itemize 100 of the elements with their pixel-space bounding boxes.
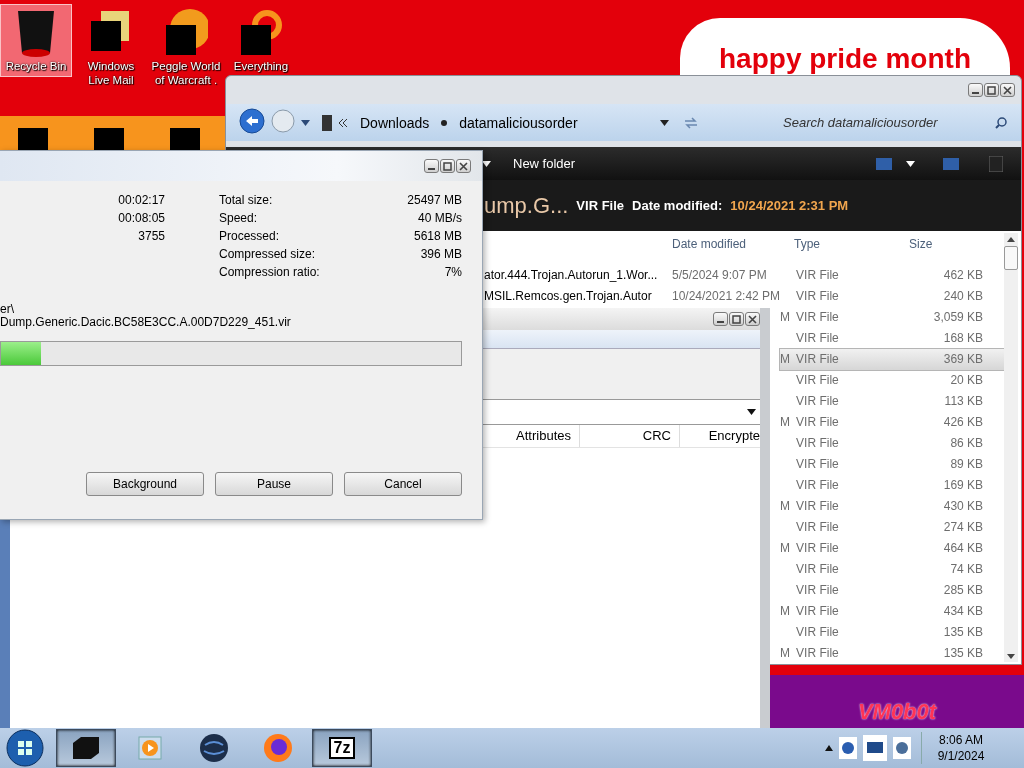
column-header[interactable]: Size	[906, 237, 986, 251]
date-cell: M	[780, 646, 791, 661]
file-row[interactable]: VIR File 168 KB	[780, 328, 1005, 349]
size-cell: 135 KB	[943, 646, 984, 661]
stat-value: 396 MB	[420, 247, 462, 261]
new-folder-button[interactable]: New folder	[513, 156, 576, 172]
file-row[interactable]: M VIR File 426 KB	[780, 412, 1005, 433]
size-cell: 369 KB	[943, 352, 984, 367]
size-cell: 135 KB	[943, 625, 984, 640]
separator-icon[interactable]	[441, 119, 448, 126]
type-cell-text: VIR File	[796, 541, 840, 556]
taskbar-button[interactable]: 7z	[312, 729, 372, 767]
breadcrumb-item[interactable]: Downloads	[354, 114, 436, 131]
date-cell: M	[780, 415, 791, 430]
type-cell-text: VIR File	[796, 583, 840, 598]
caret-icon[interactable]	[301, 119, 310, 126]
file-row[interactable]: M VIR File 135 KB	[780, 643, 1005, 664]
column-header[interactable]: Date modified	[669, 237, 791, 251]
wallpaper-text: VM0b0t	[857, 699, 937, 725]
column-header[interactable]: Encrypte	[680, 425, 760, 447]
type-cell-text: VIR File	[796, 499, 840, 514]
file-row[interactable]: VIR File 240 KB	[780, 286, 1005, 307]
start-button[interactable]	[6, 729, 44, 767]
file-row[interactable]: VIR File 86 KB	[780, 433, 1005, 454]
caret-icon[interactable]	[482, 160, 491, 167]
stat-value: 25497 MB	[407, 193, 462, 207]
size-cell: 240 KB	[943, 289, 984, 304]
search-field[interactable]: Search datamaliciousorder	[775, 109, 1015, 136]
file-row[interactable]: VIR File 274 KB	[780, 517, 1005, 538]
column-header[interactable]: Type	[791, 237, 906, 251]
stat-value: 7%	[444, 265, 462, 279]
type-cell-text: VIR File	[796, 646, 840, 661]
box-icon	[71, 735, 101, 761]
stat-label: Processed:	[219, 229, 280, 243]
file-row[interactable]: VIR File 74 KB	[780, 559, 1005, 580]
file-row[interactable]: VIR File 89 KB	[780, 454, 1005, 475]
desktop-icon[interactable]: Recycle Bin	[0, 4, 72, 77]
file-row[interactable]: M VIR File 464 KB	[780, 538, 1005, 559]
file-row[interactable]: M VIR File 369 KB	[780, 349, 1005, 370]
file-row[interactable]: M VIR File 3,059 KB	[780, 307, 1005, 328]
media-player-icon	[137, 735, 163, 761]
stat-value: 00:08:05	[117, 211, 165, 225]
search-icon[interactable]	[995, 116, 1007, 129]
chevron-icon[interactable]	[338, 117, 348, 128]
type-cell-text: VIR File	[796, 625, 840, 640]
caret-icon[interactable]	[747, 409, 756, 415]
scrollbar[interactable]	[1004, 233, 1019, 662]
stat-label: Compressed size:	[219, 247, 316, 261]
column-header[interactable]: CRC	[580, 425, 680, 447]
dialog-button[interactable]: Pause	[215, 472, 333, 496]
stat-value: 00:02:17	[117, 193, 165, 207]
file-name: MSIL.Remcos.gen.Trojan.Autor	[484, 289, 653, 304]
size-cell: 3,059 KB	[933, 310, 984, 325]
size-cell: 89 KB	[950, 457, 984, 472]
clock-time[interactable]: 8:06 AM	[939, 732, 983, 748]
size-cell: 274 KB	[943, 520, 984, 535]
size-cell: 464 KB	[943, 541, 984, 556]
size-cell: 169 KB	[943, 478, 984, 493]
dialog-button[interactable]: Cancel	[344, 472, 462, 496]
dropdown-caret-icon[interactable]	[659, 119, 669, 126]
size-cell: 168 KB	[943, 331, 984, 346]
monitor-icon[interactable]	[863, 733, 887, 763]
size-cell: 426 KB	[943, 415, 984, 430]
type-cell-text: VIR File	[796, 289, 840, 304]
file-row[interactable]: M VIR File 430 KB	[780, 496, 1005, 517]
preview-pane-icon[interactable]	[943, 157, 959, 170]
up-arrow-icon[interactable]	[1007, 237, 1016, 242]
date-cell: M	[780, 499, 791, 514]
file-row[interactable]: VIR File 285 KB	[780, 580, 1005, 601]
file-name: ator.444.Trojan.Autorun_1.Wor...	[484, 268, 659, 283]
file-row[interactable]: M VIR File 434 KB	[780, 601, 1005, 622]
file-row[interactable]: VIR File 169 KB	[780, 475, 1005, 496]
type-cell-text: VIR File	[796, 520, 840, 535]
taskbar-button[interactable]	[56, 729, 116, 767]
type-cell-text: VIR File	[796, 562, 840, 577]
date-label: Date modified:	[632, 198, 723, 214]
dialog-button[interactable]: Background	[86, 472, 204, 496]
file-row[interactable]: VIR File 462 KB	[780, 265, 1005, 286]
stat-value: 3755	[137, 229, 165, 243]
file-row[interactable]: VIR File 135 KB	[780, 622, 1005, 643]
file-row[interactable]: VIR File 113 KB	[780, 391, 1005, 412]
type-cell-text: VIR File	[796, 268, 840, 283]
banner-text: happy pride month	[719, 42, 971, 76]
view-icon[interactable]	[876, 157, 892, 170]
date-cell-text: 5/5/2024 9:07 PM	[671, 268, 767, 283]
size-cell: 430 KB	[943, 499, 984, 514]
redacted-icon	[18, 128, 48, 152]
size-cell: 74 KB	[950, 562, 984, 577]
show-hidden-icons-icon[interactable]	[825, 745, 833, 751]
file-name: ump.G...	[484, 192, 569, 219]
caret-icon[interactable]	[906, 160, 915, 167]
clock-date[interactable]: 9/1/2024	[937, 748, 985, 764]
file-row[interactable]: VIR File 20 KB	[780, 370, 1005, 391]
refresh-icon[interactable]	[682, 115, 699, 130]
down-arrow-icon[interactable]	[1007, 654, 1016, 659]
stat-label: Speed:	[219, 211, 258, 225]
type-cell-text: VIR File	[796, 394, 840, 409]
date-cell-text: 10/24/2021 2:42 PM	[671, 289, 781, 304]
breadcrumb-item[interactable]: datamaliciousorder	[453, 114, 584, 131]
scrollbar-thumb[interactable]	[1004, 246, 1019, 270]
